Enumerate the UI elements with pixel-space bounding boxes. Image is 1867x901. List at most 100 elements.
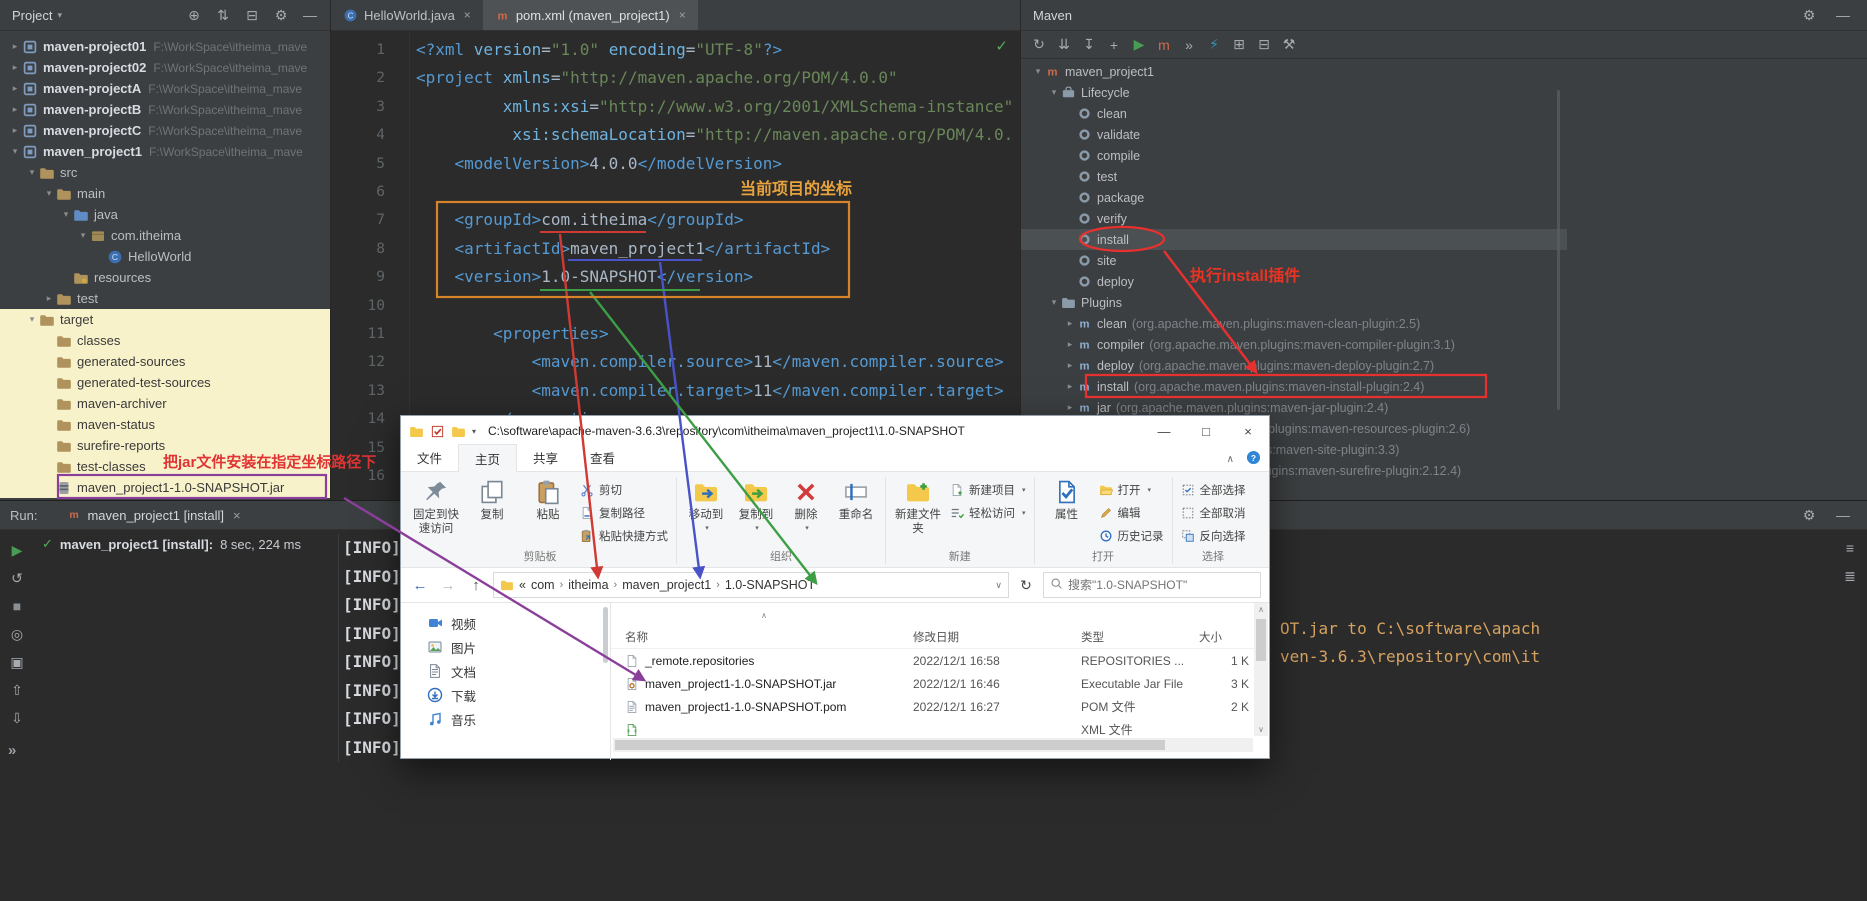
ribbon-button[interactable]: 打开▾: [1099, 482, 1164, 498]
maven-tree-item[interactable]: ▸mcompiler(org.apache.maven.plugins:mave…: [1021, 334, 1567, 355]
file-list-header[interactable]: 名称修改日期类型大小: [611, 625, 1269, 649]
close-icon[interactable]: ×: [233, 508, 241, 523]
collapse-all-icon[interactable]: ⊟: [242, 5, 262, 25]
chevron-expanded-icon[interactable]: ▾: [25, 167, 39, 178]
up-button[interactable]: ↑: [465, 577, 487, 594]
close-icon[interactable]: ×: [464, 8, 471, 22]
ribbon-button[interactable]: 全部选择: [1181, 482, 1246, 498]
sort-indicator-icon[interactable]: ∧: [761, 611, 767, 620]
toggle-profiles-icon[interactable]: ⚡: [1204, 35, 1224, 55]
project-tree-item[interactable]: ▾maven_project1F:\WorkSpace\itheima_mave: [0, 141, 330, 162]
chevron-expanded-icon[interactable]: ▾: [25, 314, 39, 325]
maven-tree-item[interactable]: ▸minstall(org.apache.maven.plugins:maven…: [1021, 376, 1567, 397]
maven-tree-item[interactable]: verify: [1021, 208, 1567, 229]
project-tree-item[interactable]: classes: [0, 330, 330, 351]
column-header[interactable]: 修改日期: [913, 629, 1081, 645]
ribbon-button[interactable]: 轻松访问▾: [950, 505, 1026, 521]
ribbon-button[interactable]: 新建文件夹: [890, 474, 946, 537]
ribbon-button[interactable]: 编辑: [1099, 505, 1164, 521]
project-panel-title[interactable]: Project: [12, 8, 52, 23]
column-header[interactable]: 名称: [625, 629, 913, 645]
ribbon-button[interactable]: 删除▾: [781, 474, 831, 534]
scroll-from-source-icon[interactable]: ⇅: [213, 5, 233, 25]
project-tree-item[interactable]: resources: [0, 267, 330, 288]
project-tree-item[interactable]: ▸maven-project02F:\WorkSpace\itheima_mav…: [0, 57, 330, 78]
project-tree-item[interactable]: ▸maven-projectCF:\WorkSpace\itheima_mave: [0, 120, 330, 141]
chevron-collapsed-icon[interactable]: ▸: [8, 83, 22, 94]
sidebar-item-videos[interactable]: 视频: [427, 611, 610, 635]
build-tool-settings-icon[interactable]: ⚒: [1279, 35, 1299, 55]
ribbon-tab[interactable]: 共享: [517, 444, 574, 471]
maven-scrollbar[interactable]: [1557, 90, 1560, 410]
ribbon-button[interactable]: 全部取消: [1181, 505, 1246, 521]
ribbon-button[interactable]: 剪切: [580, 482, 668, 498]
scroll-to-end-icon[interactable]: ≣: [1840, 566, 1860, 586]
ribbon-button[interactable]: 重命名: [831, 474, 881, 522]
run-result-row[interactable]: ✓ maven_project1 [install]: 8 sec, 224 m…: [42, 536, 301, 552]
breadcrumb-item[interactable]: itheima: [568, 578, 608, 592]
maven-tree-item[interactable]: validate: [1021, 124, 1567, 145]
project-tree-item[interactable]: ▸test: [0, 288, 330, 309]
chevron-expanded-icon[interactable]: ▾: [1047, 297, 1061, 308]
breadcrumb[interactable]: «com›itheima›maven_project1›1.0-SNAPSHOT…: [493, 572, 1009, 598]
project-tree-item[interactable]: maven-archiver: [0, 393, 330, 414]
search-box[interactable]: [1043, 572, 1261, 598]
project-tree-item[interactable]: ▾target: [0, 309, 330, 330]
maven-tree-item[interactable]: ▾mmaven_project1: [1021, 61, 1567, 82]
ribbon-button[interactable]: 历史记录: [1099, 528, 1164, 544]
close-icon[interactable]: ×: [679, 8, 686, 22]
minimize-button[interactable]: —: [1143, 416, 1185, 446]
chevron-expanded-icon[interactable]: ▾: [59, 209, 73, 220]
vertical-scrollbar[interactable]: ∧∨: [1254, 603, 1268, 736]
refresh-button[interactable]: ↻: [1015, 577, 1037, 594]
breadcrumb-item[interactable]: com: [531, 578, 555, 592]
settings-gear-icon[interactable]: ⚙: [271, 5, 291, 25]
column-header[interactable]: 类型: [1081, 629, 1199, 645]
maven-tree-item[interactable]: ▾Lifecycle: [1021, 82, 1567, 103]
maximize-button[interactable]: □: [1185, 416, 1227, 446]
ribbon-button[interactable]: 复制: [464, 474, 520, 522]
sidebar-item-music[interactable]: 音乐: [427, 707, 610, 731]
ribbon-button[interactable]: 复制到▾: [731, 474, 781, 534]
breadcrumb-dropdown-icon[interactable]: ∨: [995, 580, 1002, 591]
explorer-titlebar[interactable]: ▾ C:\software\apache-maven-3.6.3\reposit…: [401, 416, 1269, 446]
collapse-ribbon-icon[interactable]: ∧: [1227, 454, 1234, 465]
maven-tree-item[interactable]: ▸mdeploy(org.apache.maven.plugins:maven-…: [1021, 355, 1567, 376]
run-tab[interactable]: m maven_project1 [install] ×: [67, 507, 240, 524]
horizontal-scrollbar[interactable]: [613, 738, 1253, 752]
back-button[interactable]: ←: [409, 577, 431, 594]
ribbon-button[interactable]: 粘贴快捷方式: [580, 528, 668, 544]
maven-tree-item[interactable]: compile: [1021, 145, 1567, 166]
rerun-icon[interactable]: ▶: [7, 540, 27, 560]
expand-all-icon[interactable]: ⇧: [7, 680, 27, 700]
chevron-collapsed-icon[interactable]: ▸: [8, 41, 22, 52]
chevron-expanded-icon[interactable]: ▾: [42, 188, 56, 199]
project-tree-item[interactable]: ▸maven-project01F:\WorkSpace\itheima_mav…: [0, 36, 330, 57]
locate-file-icon[interactable]: ⊕: [184, 5, 204, 25]
breadcrumb-item[interactable]: 1.0-SNAPSHOT: [725, 578, 815, 592]
maven-tree-item[interactable]: ▾Plugins: [1021, 292, 1567, 313]
chevron-collapsed-icon[interactable]: ▸: [8, 104, 22, 115]
reimport-maven-projects-icon[interactable]: ↻: [1029, 35, 1049, 55]
maven-tree-item[interactable]: install: [1021, 229, 1567, 250]
chevron-collapsed-icon[interactable]: ▸: [42, 293, 56, 304]
expand-all-icon[interactable]: ⊞: [1229, 35, 1249, 55]
chevron-collapsed-icon[interactable]: ▸: [1063, 402, 1077, 413]
sidebar-item-documents[interactable]: 文档: [427, 659, 610, 683]
project-tree-item[interactable]: CHelloWorld: [0, 246, 330, 267]
project-tree-item[interactable]: ▾com.itheima: [0, 225, 330, 246]
project-tree-item[interactable]: generated-sources: [0, 351, 330, 372]
chevron-collapsed-icon[interactable]: ▸: [1063, 381, 1077, 392]
maven-tree-item[interactable]: package: [1021, 187, 1567, 208]
file-row[interactable]: maven_project1-1.0-SNAPSHOT.pom2022/12/1…: [611, 695, 1269, 718]
chevron-expanded-icon[interactable]: ▾: [1047, 87, 1061, 98]
chevron-collapsed-icon[interactable]: ▸: [8, 125, 22, 136]
project-tree-item[interactable]: maven_project1-1.0-SNAPSHOT.jar: [0, 477, 330, 498]
collapse-all-icon[interactable]: ⊟: [1254, 35, 1274, 55]
maven-tree-item[interactable]: ▸mclean(org.apache.maven.plugins:maven-c…: [1021, 313, 1567, 334]
sidebar-item-pictures[interactable]: 图片: [427, 635, 610, 659]
project-tree-item[interactable]: maven-status: [0, 414, 330, 435]
chevron-collapsed-icon[interactable]: ▸: [8, 62, 22, 73]
chevron-collapsed-icon[interactable]: ▸: [1063, 318, 1077, 329]
more-options-icon[interactable]: »: [8, 742, 16, 759]
